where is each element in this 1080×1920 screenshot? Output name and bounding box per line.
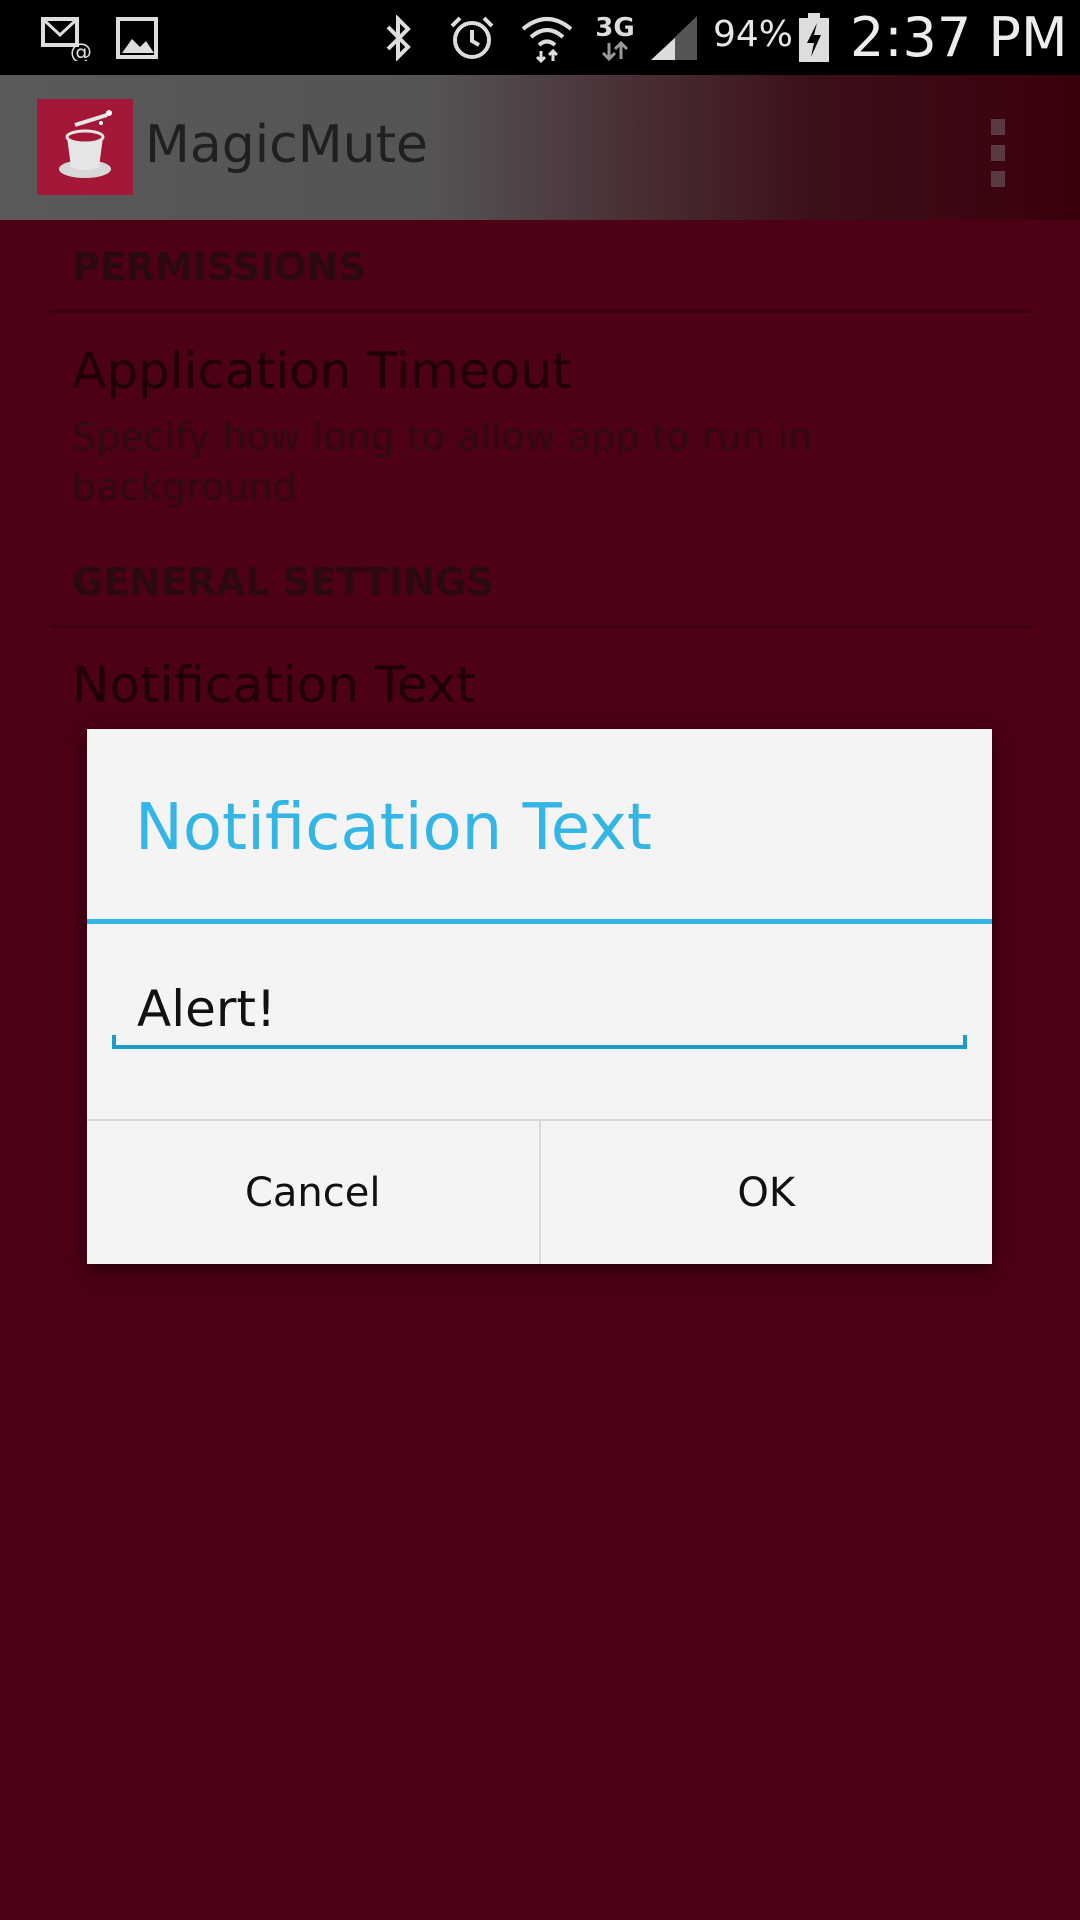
wifi-icon (518, 12, 576, 64)
magic-hat-icon[interactable] (37, 99, 133, 195)
section-header-permissions: PERMISSIONS (72, 245, 366, 289)
ok-button[interactable]: OK (541, 1121, 993, 1264)
dialog-title-divider (87, 919, 992, 924)
input-underline-tick-left (112, 1035, 116, 1049)
signal-3g-icon: 3G (590, 12, 640, 64)
section-divider (50, 310, 1032, 313)
alarm-icon (447, 12, 497, 64)
gallery-notification-icon (114, 12, 160, 64)
network-type-label: 3G (595, 13, 635, 43)
battery-percent: 94% (713, 14, 794, 55)
battery-charging-icon (796, 12, 832, 64)
section-header-general-settings: GENERAL SETTINGS (72, 560, 494, 604)
input-underline-tick-right (963, 1035, 967, 1049)
email-notification-icon: @ (38, 12, 94, 64)
overflow-menu-icon[interactable] (980, 115, 1016, 215)
clock: 2:37 PM (850, 6, 1068, 69)
pref-title: Notification Text (72, 656, 476, 714)
pref-summary: Specify how long to allow app to run in … (72, 415, 813, 509)
notification-text-dialog: Notification Text Cancel OK (87, 729, 992, 1264)
input-underline (112, 1045, 967, 1049)
section-divider (50, 625, 1032, 628)
cell-signal-icon (648, 12, 700, 64)
bluetooth-icon (380, 12, 418, 64)
svg-text:@: @ (70, 40, 92, 61)
notification-text-input[interactable] (112, 959, 967, 1049)
action-bar: MagicMute (0, 75, 1080, 220)
app-title: MagicMute (145, 115, 428, 175)
cancel-button[interactable]: Cancel (87, 1121, 541, 1264)
status-bar: @ 3G 94% 2:37 PM (0, 0, 1080, 75)
pref-title: Application Timeout (72, 342, 572, 400)
dialog-title: Notification Text (135, 791, 652, 865)
dialog-button-bar: Cancel OK (87, 1119, 992, 1264)
